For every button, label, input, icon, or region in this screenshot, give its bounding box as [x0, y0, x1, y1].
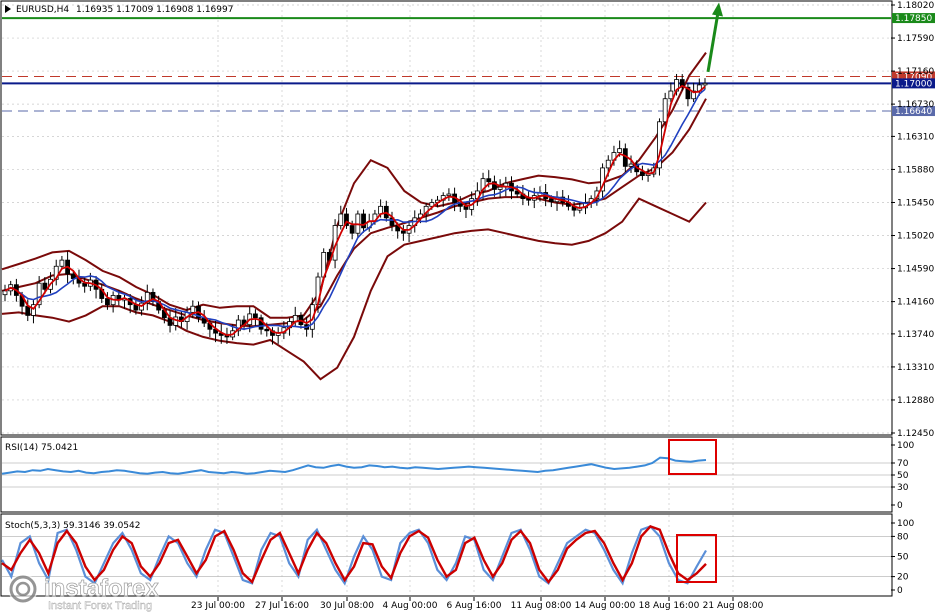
- price-tick-label: 1.13310: [897, 363, 934, 373]
- candle-body: [662, 98, 668, 123]
- price-tick-label: 1.15020: [897, 232, 934, 242]
- watermark-brand: instaforex: [44, 575, 159, 602]
- stoch-tick-label: 50: [897, 553, 909, 563]
- candle-body: [617, 148, 623, 153]
- price-tick-label: 1.17160: [897, 67, 934, 77]
- time-tick-label: 6 Aug 16:00: [447, 601, 502, 611]
- candle-body: [668, 90, 674, 100]
- time-tick-label: 18 Aug 16:00: [639, 601, 700, 611]
- rsi-tick-label: 70: [897, 459, 909, 469]
- price-tick-label: 1.12450: [897, 429, 934, 439]
- price-tick-label: 1.16730: [897, 100, 934, 110]
- candle-body: [105, 298, 110, 306]
- price-tick-label: 1.15880: [897, 165, 934, 175]
- candle-body: [628, 163, 634, 167]
- price-tick-label: 1.18020: [897, 1, 934, 11]
- candle-body: [349, 225, 355, 234]
- time-tick-label: 21 Aug 08:00: [703, 601, 764, 611]
- stoch-tick-label: 0: [897, 586, 903, 596]
- price-tick-label: 1.14590: [897, 265, 934, 275]
- candle-body: [497, 186, 503, 190]
- time-tick-label: 4 Aug 00:00: [383, 601, 438, 611]
- stoch-tick-label: 20: [897, 573, 909, 583]
- stoch-tick-label: 80: [897, 532, 909, 542]
- chart-header-ohlc: 1.16935 1.17009 1.16908 1.16997: [76, 5, 233, 15]
- price-tick-label: 1.16310: [897, 132, 934, 142]
- time-tick-label: 14 Aug 00:00: [575, 601, 636, 611]
- price-tick-label: 1.12880: [897, 396, 934, 406]
- price-level-label: 1.17850: [895, 14, 932, 24]
- price-tick-label: 1.17590: [897, 34, 934, 44]
- rsi-tick-label: 50: [897, 471, 909, 481]
- time-tick-label: 23 Jul 00:00: [191, 601, 245, 611]
- price-tick-label: 1.14160: [897, 298, 934, 308]
- candle-body: [400, 230, 406, 234]
- instaforex-watermark: instaforex Instant Forex Trading: [8, 574, 160, 612]
- candle-body: [59, 259, 65, 267]
- price-tick-label: 1.15450: [897, 198, 934, 208]
- candle-body: [446, 193, 452, 196]
- stoch-title: Stoch(5,3,3) 59.3146 39.0542: [5, 521, 140, 531]
- rsi-title: RSI(14) 75.0421: [5, 443, 78, 453]
- candle-body: [548, 198, 554, 203]
- candle-body: [526, 198, 531, 201]
- rsi-tick-label: 30: [897, 483, 909, 493]
- candle-body: [25, 305, 31, 316]
- chart-header-symbol: EURUSD,H4: [16, 5, 69, 15]
- watermark-tagline: Instant Forex Trading: [48, 600, 152, 612]
- rsi-tick-label: 0: [897, 501, 903, 511]
- trading-chart[interactable]: 1.178501.170901.170001.16640 1.180201.17…: [0, 0, 939, 615]
- price-panel[interactable]: [0, 0, 893, 436]
- price-level-label: 1.17000: [895, 79, 932, 89]
- candle-body: [42, 282, 48, 290]
- rsi-panel[interactable]: [0, 436, 893, 513]
- time-tick-label: 27 Jul 16:00: [255, 601, 309, 611]
- candle-body: [486, 178, 492, 183]
- rsi-tick-label: 100: [897, 441, 914, 451]
- price-tick-label: 1.13740: [897, 330, 934, 340]
- candle-body: [338, 213, 344, 226]
- candle-body: [190, 305, 196, 313]
- candle-body: [253, 313, 258, 319]
- candle-body: [702, 82, 708, 86]
- time-tick-label: 30 Jul 08:00: [320, 601, 374, 611]
- time-tick-label: 11 Aug 08:00: [511, 601, 572, 611]
- instaforex-logo-icon: [8, 574, 38, 604]
- candle-body: [264, 328, 270, 332]
- stoch-tick-label: 100: [897, 519, 914, 529]
- candle-body: [605, 159, 611, 169]
- candle-body: [2, 290, 8, 296]
